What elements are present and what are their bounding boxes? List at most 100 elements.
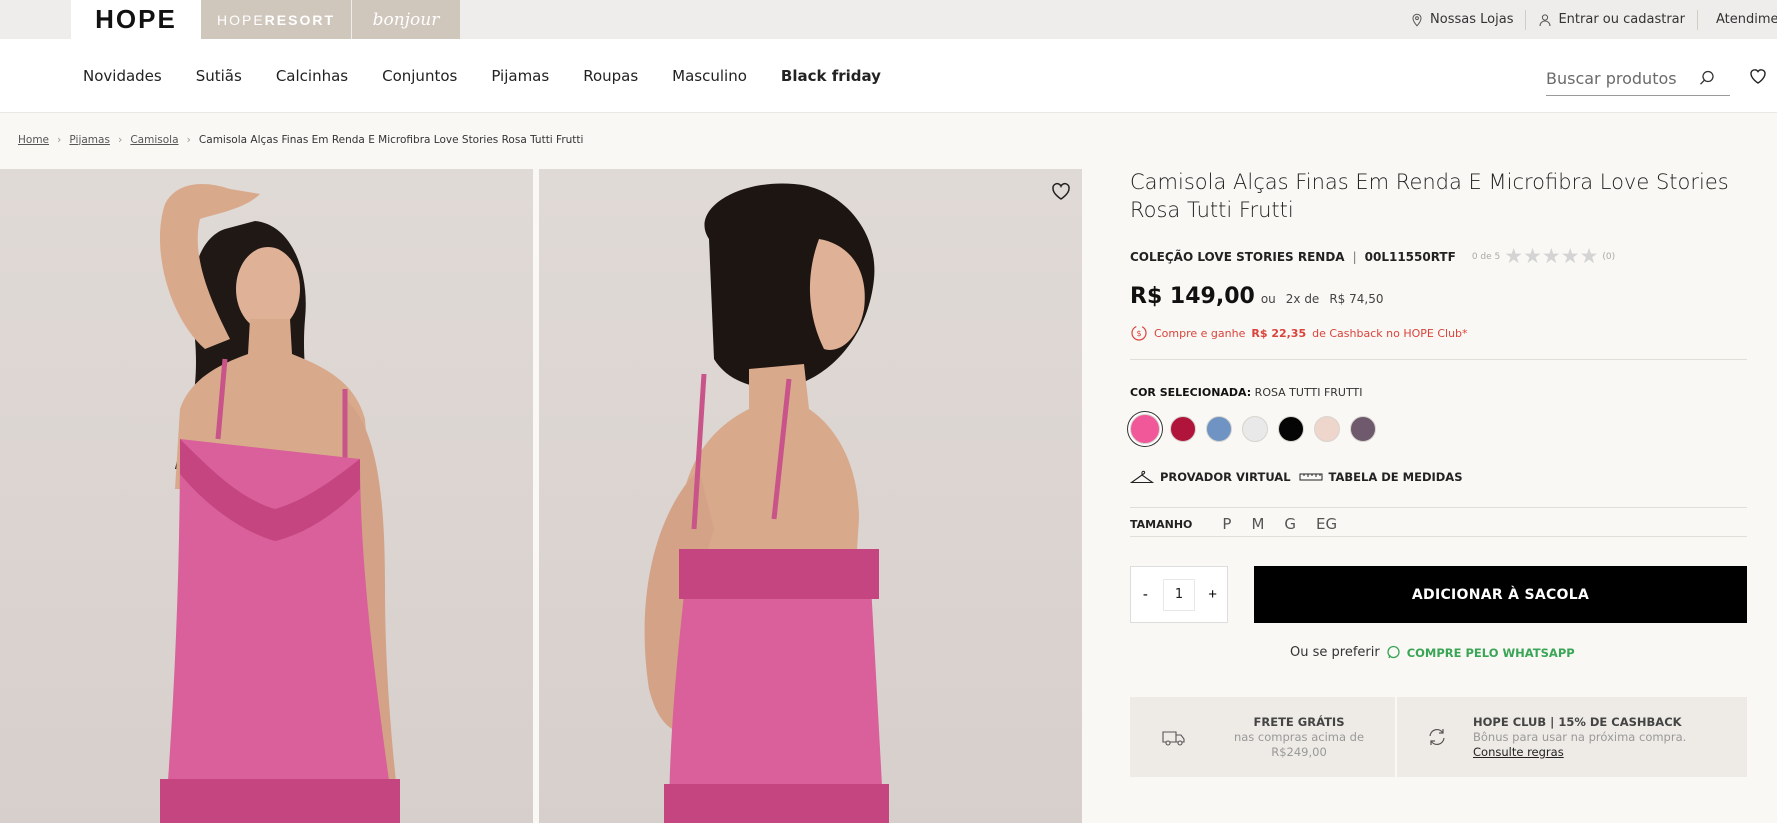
hanger-icon xyxy=(1130,470,1154,484)
hope-club-card: HOPE CLUB | 15% DE CASHBACK Bônus para u… xyxy=(1397,697,1747,777)
stores-link[interactable]: Nossas Lojas xyxy=(1398,10,1525,30)
cashback-info: $ Compre e ganhe R$ 22,35 de Cashback no… xyxy=(1130,324,1468,342)
nav-item-pijamas[interactable]: Pijamas xyxy=(491,67,549,85)
divider xyxy=(1130,536,1747,537)
nav-item-masculino[interactable]: Masculino xyxy=(672,67,747,85)
color-value: ROSA TUTTI FRUTTI xyxy=(1254,386,1363,399)
service-label: Atendimento xyxy=(1716,12,1777,27)
quantity-stepper: - 1 + xyxy=(1130,566,1228,623)
wishlist-heart-icon[interactable] xyxy=(1748,66,1768,86)
nav-item-calcinhas[interactable]: Calcinhas xyxy=(276,67,348,85)
rating[interactable]: 0 de 5 ★★★★★ (0) xyxy=(1472,246,1615,267)
whatsapp-buy-link[interactable]: COMPRE PELO WHATSAPP xyxy=(1407,646,1575,660)
product-image-front[interactable] xyxy=(0,169,533,823)
star-icon: ★ xyxy=(1504,244,1524,268)
price-row: R$ 149,00 ou 2x de R$ 74,50 xyxy=(1130,284,1383,309)
installments-value: R$ 74,50 xyxy=(1329,292,1384,306)
installments-count: 2x de xyxy=(1285,292,1320,306)
nav-item-roupas[interactable]: Roupas xyxy=(583,67,638,85)
star-icon: ★ xyxy=(1579,244,1599,268)
installments-prefix: ou xyxy=(1260,292,1276,306)
add-to-bag-button[interactable]: ADICIONAR À SACOLA xyxy=(1254,566,1747,623)
prefer-text: Ou se preferir xyxy=(1290,645,1380,660)
search-input[interactable] xyxy=(1546,68,1696,88)
stores-label: Nossas Lojas xyxy=(1430,12,1514,27)
search-icon[interactable] xyxy=(1698,69,1716,87)
location-pin-icon xyxy=(1412,13,1422,27)
size-label: TAMANHO xyxy=(1130,517,1193,531)
main-navigation: Novidades Sutiãs Calcinhas Conjuntos Pij… xyxy=(0,39,1777,113)
cashback-amount: R$ 22,35 xyxy=(1251,326,1307,340)
nav-item-conjuntos[interactable]: Conjuntos xyxy=(382,67,457,85)
nav-menu: Novidades Sutiãs Calcinhas Conjuntos Pij… xyxy=(83,39,881,113)
quantity-decrease-button[interactable]: - xyxy=(1134,586,1156,603)
whatsapp-icon xyxy=(1387,645,1400,659)
truck-icon xyxy=(1162,731,1185,746)
virtual-fitting-link[interactable]: PROVADOR VIRTUAL xyxy=(1130,469,1291,485)
hope-club-text: HOPE CLUB | 15% DE CASHBACK Bônus para u… xyxy=(1473,715,1686,760)
rating-text: 0 de 5 xyxy=(1471,251,1501,262)
divider xyxy=(1130,507,1747,508)
size-option-g[interactable]: G xyxy=(1284,515,1296,533)
brand-tab-bonjour[interactable]: bonjour xyxy=(352,0,460,39)
brand-tab-hope[interactable]: HOPE xyxy=(71,0,201,39)
star-icon: ★ xyxy=(1541,244,1561,268)
color-swatches xyxy=(1130,414,1376,444)
brand-tab-hope-resort[interactable]: HOPE RESORT xyxy=(201,0,351,39)
model-front-illustration xyxy=(159,184,400,823)
service-link[interactable]: Atendimento xyxy=(1697,9,1777,30)
size-option-p[interactable]: P xyxy=(1222,515,1231,533)
free-shipping-line2: R$249,00 xyxy=(1271,744,1327,759)
color-label: COR SELECIONADA: xyxy=(1130,386,1252,399)
rating-stars: ★★★★★ xyxy=(1504,246,1598,267)
color-swatch[interactable] xyxy=(1350,416,1376,442)
chevron-right-icon: › xyxy=(186,133,191,146)
color-swatch[interactable] xyxy=(1278,416,1304,442)
nav-item-black-friday[interactable]: Black friday xyxy=(781,67,881,85)
quantity-increase-button[interactable]: + xyxy=(1202,586,1224,603)
star-icon: ★ xyxy=(1523,244,1542,268)
login-link[interactable]: Entrar ou cadastrar xyxy=(1525,9,1697,30)
color-swatch[interactable] xyxy=(1170,416,1196,442)
cashback-suffix: de Cashback no HOPE Club* xyxy=(1312,326,1468,340)
color-swatch[interactable] xyxy=(1206,416,1232,442)
breadcrumb-pijamas[interactable]: Pijamas xyxy=(69,134,110,146)
product-image-back[interactable] xyxy=(539,169,1082,823)
cashback-icon: $ xyxy=(1131,325,1147,341)
color-swatch[interactable] xyxy=(1314,416,1340,442)
review-count: (0) xyxy=(1602,251,1616,262)
product-price: R$ 149,00 xyxy=(1130,284,1255,309)
selected-color: COR SELECIONADA: ROSA TUTTI FRUTTI xyxy=(1130,386,1362,399)
color-swatch[interactable] xyxy=(1130,414,1160,444)
breadcrumb-home[interactable]: Home xyxy=(18,134,49,146)
image-wishlist-heart-icon[interactable] xyxy=(1050,180,1072,202)
size-selector: TAMANHO P M G EG xyxy=(1130,512,1747,536)
free-shipping-text: FRETE GRÁTIS nas compras acima de R$249,… xyxy=(1214,715,1384,760)
free-shipping-line1: nas compras acima de xyxy=(1233,729,1365,744)
star-icon: ★ xyxy=(1560,244,1580,268)
nav-item-novidades[interactable]: Novidades xyxy=(83,67,162,85)
size-chart-label: TABELA DE MEDIDAS xyxy=(1328,470,1463,484)
brand-resort-prefix: HOPE xyxy=(216,11,265,28)
refresh-icon xyxy=(1429,728,1445,746)
nav-item-sutias[interactable]: Sutiãs xyxy=(196,67,242,85)
chevron-right-icon: › xyxy=(117,133,123,146)
breadcrumb-camisola[interactable]: Camisola xyxy=(130,134,178,146)
product-sku: 00L11550RTF xyxy=(1364,249,1456,264)
free-shipping-title: FRETE GRÁTIS xyxy=(1253,714,1345,729)
brand-resort-suffix: RESORT xyxy=(264,11,336,28)
size-chart-link[interactable]: TABELA DE MEDIDAS xyxy=(1299,470,1463,484)
meta-divider: | xyxy=(1352,249,1357,264)
hope-club-title: HOPE CLUB | 15% DE CASHBACK xyxy=(1473,714,1682,729)
product-meta: COLEÇÃO LOVE STORIES RENDA | 00L11550RTF… xyxy=(1130,246,1615,267)
color-swatch[interactable] xyxy=(1242,416,1268,442)
whatsapp-purchase: Ou se preferir COMPRE PELO WHATSAPP xyxy=(1290,645,1575,660)
hope-club-rules-link[interactable]: Consulte regras xyxy=(1473,745,1686,760)
product-tools: PROVADOR VIRTUAL TABELA DE MEDIDAS xyxy=(1130,469,1463,485)
login-label: Entrar ou cadastrar xyxy=(1558,12,1685,27)
size-option-m[interactable]: M xyxy=(1251,515,1264,533)
quantity-input[interactable]: 1 xyxy=(1162,578,1195,611)
size-option-eg[interactable]: EG xyxy=(1316,515,1337,533)
user-icon xyxy=(1539,13,1551,26)
free-shipping-card: FRETE GRÁTIS nas compras acima de R$249,… xyxy=(1130,697,1395,777)
